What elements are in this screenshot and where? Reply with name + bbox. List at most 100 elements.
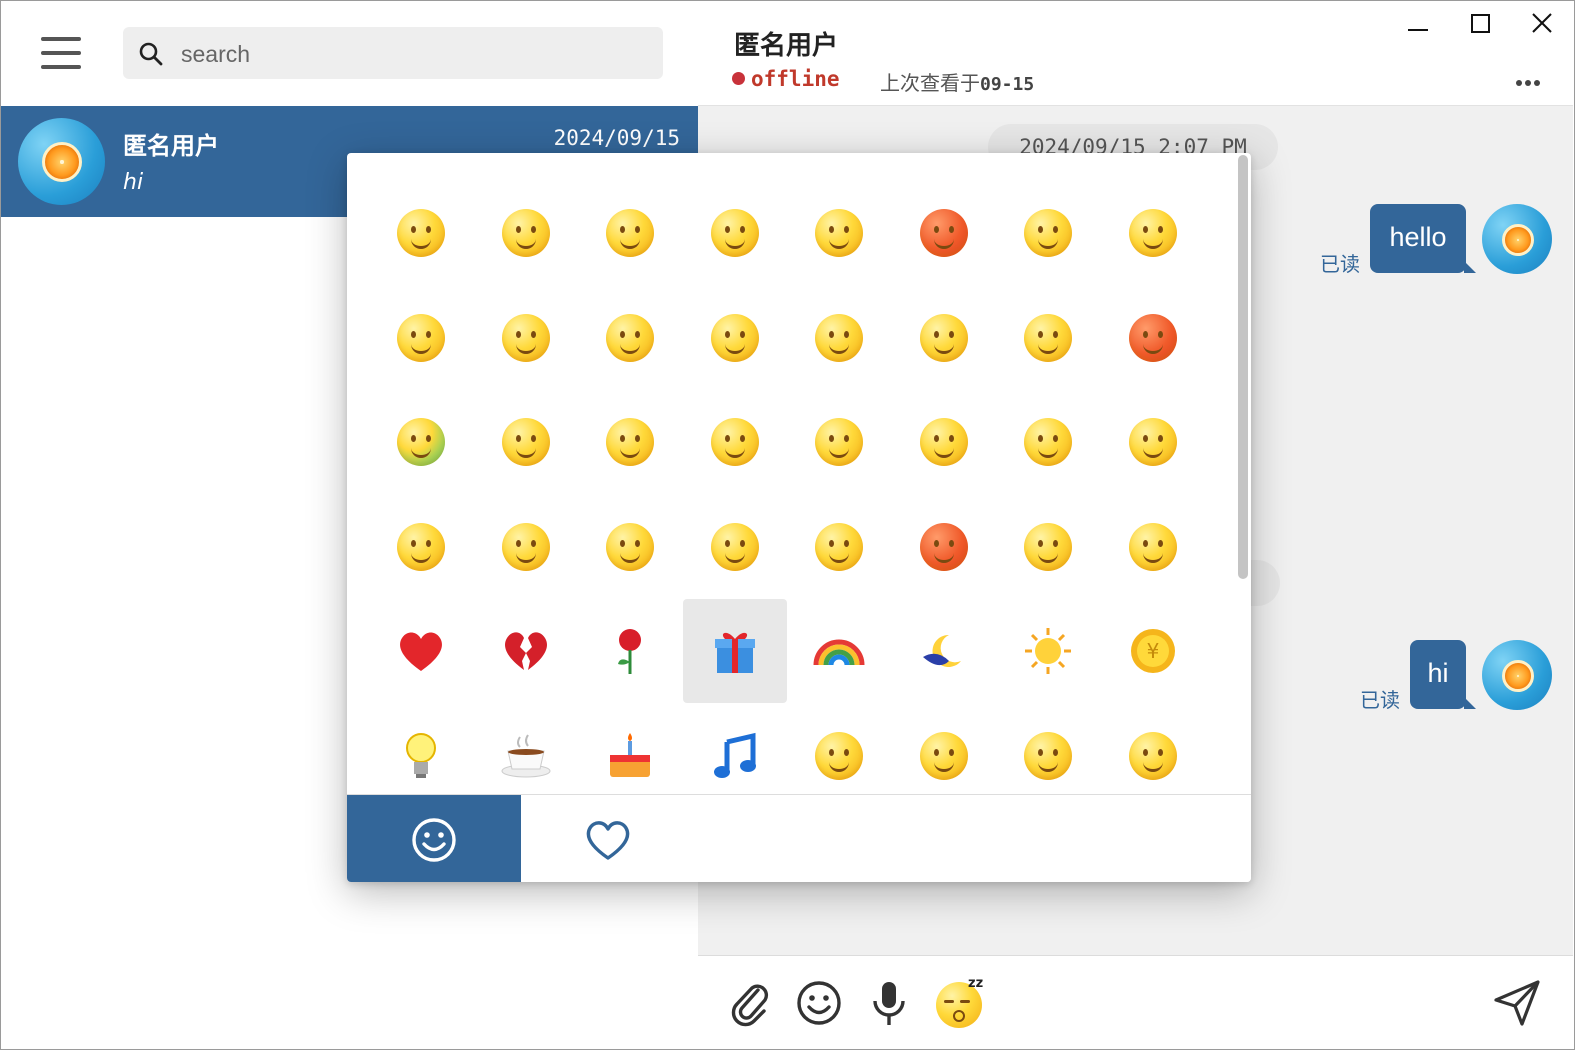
composer: zz bbox=[698, 955, 1573, 1049]
emoji-sneeze[interactable] bbox=[1101, 495, 1205, 599]
menu-icon[interactable] bbox=[41, 35, 83, 71]
emoji-laugh[interactable] bbox=[787, 390, 891, 494]
emoji-sun[interactable] bbox=[996, 599, 1100, 703]
rose-icon bbox=[578, 599, 682, 703]
microphone-icon[interactable] bbox=[862, 976, 916, 1030]
laugh-icon bbox=[815, 418, 863, 466]
emoji-giggle[interactable] bbox=[369, 495, 473, 599]
smug-hug-icon bbox=[501, 313, 550, 362]
emoji-yell[interactable] bbox=[892, 704, 996, 795]
emoji-grid: ¥ bbox=[367, 179, 1207, 794]
emoji-furious[interactable] bbox=[892, 495, 996, 599]
emoji-cool-sunglasses[interactable] bbox=[787, 181, 891, 285]
surprised-icon bbox=[1024, 522, 1072, 571]
rainbow-icon bbox=[787, 599, 891, 703]
emoji-thinking[interactable] bbox=[787, 286, 891, 390]
emoji-rainbow[interactable] bbox=[787, 599, 891, 703]
emoji-icon[interactable] bbox=[792, 976, 846, 1030]
emoji-coin[interactable]: ¥ bbox=[1101, 599, 1205, 703]
emoji-grinning[interactable] bbox=[787, 704, 891, 795]
tab-favorites[interactable] bbox=[521, 795, 695, 882]
emoji-yawn[interactable] bbox=[1101, 704, 1205, 795]
emoji-cake[interactable] bbox=[578, 704, 682, 795]
emoji-squint[interactable] bbox=[892, 390, 996, 494]
question-icon bbox=[1024, 313, 1072, 362]
emoji-smug-hug[interactable] bbox=[474, 286, 578, 390]
grinning-icon bbox=[815, 731, 863, 780]
chat-name: 匿名用户 bbox=[123, 132, 219, 160]
emoji-money-eyes[interactable] bbox=[892, 286, 996, 390]
avatar bbox=[1482, 640, 1552, 710]
emoji-sweat[interactable] bbox=[996, 181, 1100, 285]
yum-icon bbox=[606, 209, 654, 257]
emoji-heart[interactable] bbox=[369, 599, 473, 703]
music-icon bbox=[683, 704, 787, 795]
content-icon bbox=[1128, 418, 1177, 466]
search-input[interactable] bbox=[179, 35, 643, 73]
emoji-coffee[interactable] bbox=[474, 704, 578, 795]
more-options-icon[interactable] bbox=[1516, 71, 1543, 90]
send-icon[interactable] bbox=[1490, 976, 1544, 1030]
svg-text:¥: ¥ bbox=[1146, 639, 1159, 663]
emoji-music[interactable] bbox=[683, 704, 787, 795]
emoji-bulb[interactable] bbox=[369, 704, 473, 795]
emoji-pouty[interactable] bbox=[578, 495, 682, 599]
emoji-dizzy[interactable] bbox=[996, 704, 1100, 795]
cake-icon bbox=[578, 704, 682, 795]
emoji-unhappy[interactable] bbox=[683, 286, 787, 390]
emoji-shocked[interactable] bbox=[683, 181, 787, 285]
crying-icon bbox=[1128, 209, 1177, 257]
minimize-icon[interactable] bbox=[1398, 9, 1438, 39]
emoji-angry-teeth[interactable] bbox=[892, 181, 996, 285]
cool-sunglasses-icon bbox=[815, 209, 863, 257]
emoji-smile[interactable] bbox=[369, 181, 473, 285]
search-box[interactable] bbox=[123, 27, 663, 79]
maximize-icon[interactable] bbox=[1460, 9, 1500, 39]
close-icon[interactable] bbox=[1522, 9, 1562, 39]
heart-kiss-icon bbox=[710, 418, 759, 466]
bulb-icon bbox=[369, 704, 473, 795]
emoji-sob[interactable] bbox=[474, 495, 578, 599]
emoji-question[interactable] bbox=[996, 286, 1100, 390]
tab-emoji[interactable] bbox=[347, 795, 521, 882]
emoji-roll-eyes[interactable] bbox=[474, 390, 578, 494]
emoji-sly-smile[interactable] bbox=[578, 286, 682, 390]
sleepy-icon bbox=[710, 522, 759, 571]
emoji-crying[interactable] bbox=[1101, 181, 1205, 285]
emoji-vomit[interactable] bbox=[369, 390, 473, 494]
squint-icon bbox=[919, 418, 968, 466]
emoji-sleepy[interactable] bbox=[683, 495, 787, 599]
message-bubble[interactable]: hello bbox=[1370, 204, 1476, 273]
smile-icon bbox=[397, 209, 445, 257]
message-bubble[interactable]: hi bbox=[1410, 640, 1476, 709]
emoji-yum[interactable] bbox=[578, 181, 682, 285]
emoji-red-angry[interactable] bbox=[1101, 286, 1205, 390]
scrollbar[interactable] bbox=[1238, 155, 1248, 579]
emoji-content[interactable] bbox=[1101, 390, 1205, 494]
emoji-heart-kiss[interactable] bbox=[683, 390, 787, 494]
avatar bbox=[1482, 204, 1552, 274]
emoji-rose[interactable] bbox=[578, 599, 682, 703]
roll-eyes-icon bbox=[501, 418, 550, 466]
emoji-awkward[interactable] bbox=[369, 286, 473, 390]
paperclip-icon[interactable] bbox=[724, 976, 778, 1030]
emoji-broken-heart[interactable] bbox=[474, 599, 578, 703]
sleepy-emoji-icon[interactable]: zz bbox=[932, 976, 986, 1030]
emoji-picker: ¥ bbox=[347, 153, 1251, 882]
vomit-icon bbox=[397, 418, 445, 466]
emoji-shiba[interactable] bbox=[578, 390, 682, 494]
sob-icon bbox=[501, 522, 550, 571]
avatar bbox=[18, 118, 105, 205]
emoji-scream[interactable] bbox=[787, 495, 891, 599]
emoji-gift[interactable] bbox=[682, 599, 787, 703]
emoji-surprised[interactable] bbox=[996, 495, 1100, 599]
heart-icon bbox=[369, 599, 473, 703]
chat-preview: hi bbox=[123, 170, 144, 195]
smiley-icon bbox=[412, 818, 456, 862]
sneeze-icon bbox=[1128, 522, 1177, 571]
emoji-peek[interactable] bbox=[996, 390, 1100, 494]
read-receipt: 已读 bbox=[1320, 252, 1360, 276]
moon-icon bbox=[892, 599, 996, 703]
emoji-moon[interactable] bbox=[892, 599, 996, 703]
emoji-grin-heart[interactable] bbox=[474, 181, 578, 285]
